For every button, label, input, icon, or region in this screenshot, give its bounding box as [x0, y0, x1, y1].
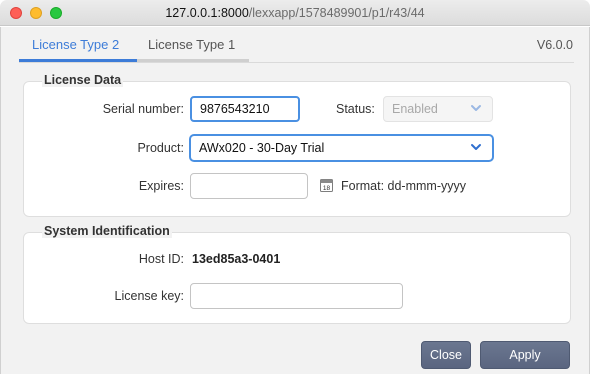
license-key-input[interactable] — [190, 283, 403, 309]
status-select: Enabled — [383, 96, 493, 122]
host-id-value: 13ed85a3-0401 — [192, 252, 281, 266]
window-titlebar: 127.0.0.1:8000/lexxapp/1578489901/p1/r43… — [0, 0, 590, 26]
status-value: Enabled — [392, 102, 438, 116]
expires-format-hint: Format: dd-mmm-yyyy — [341, 179, 466, 193]
product-label: Product: — [137, 141, 184, 155]
product-select[interactable]: AWx020 - 30-Day Trial — [190, 135, 493, 161]
host-id-label: Host ID: — [138, 252, 184, 266]
system-identification-group: System Identification Host ID: 13ed85a3-… — [23, 224, 571, 324]
url-host: 127.0.0.1:8000 — [165, 6, 249, 20]
serial-number-input[interactable] — [190, 96, 300, 122]
expires-input[interactable] — [190, 173, 308, 199]
tab-divider — [19, 62, 574, 63]
tab-license-type-2[interactable]: License Type 2 — [32, 37, 119, 52]
apply-button[interactable]: Apply — [480, 341, 570, 369]
version-label: V6.0.0 — [536, 38, 573, 52]
dialog-content: License Type 2 License Type 1 V6.0.0 Lic… — [0, 27, 590, 374]
system-identification-title: System Identification — [42, 224, 172, 238]
product-value: AWx020 - 30-Day Trial — [199, 141, 325, 155]
serial-number-label: Serial number: — [102, 102, 184, 116]
url-path: /lexxapp/1578489901/p1/r43/44 — [248, 6, 425, 20]
license-data-group: License Data Serial number: Status: Enab… — [23, 73, 571, 217]
window-url: 127.0.0.1:8000/lexxapp/1578489901/p1/r43… — [0, 6, 590, 20]
chevron-down-icon — [471, 144, 481, 150]
tab-license-type-1[interactable]: License Type 1 — [148, 37, 235, 52]
calendar-day: 18 — [323, 185, 331, 192]
license-key-label: License key: — [114, 289, 184, 303]
expires-label: Expires: — [138, 179, 184, 193]
close-button[interactable]: Close — [421, 341, 471, 369]
chevron-down-icon — [471, 105, 481, 111]
license-data-title: License Data — [42, 73, 124, 87]
calendar-icon[interactable]: 18 — [320, 178, 333, 192]
status-label: Status: — [336, 102, 375, 116]
